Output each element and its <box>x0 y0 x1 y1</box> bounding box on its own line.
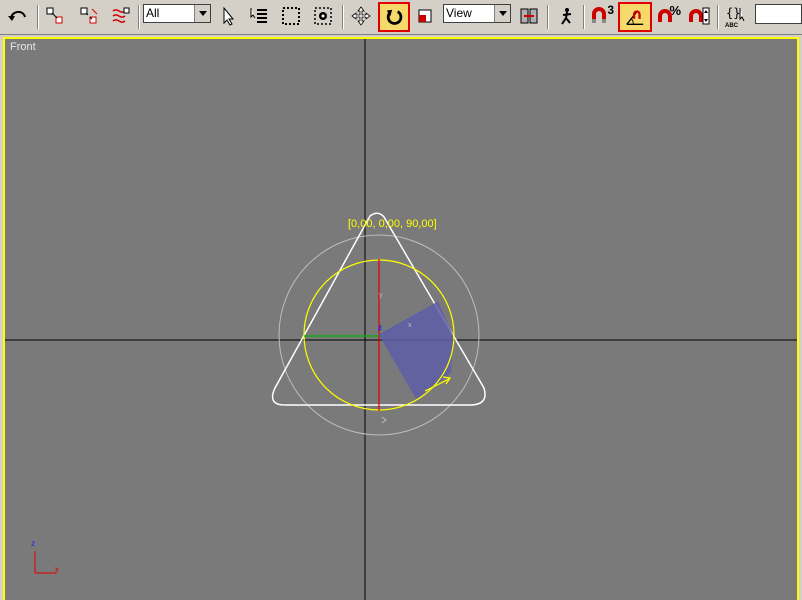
percent-symbol: % <box>669 3 681 18</box>
separator <box>583 5 585 29</box>
space-warp-icon <box>112 7 130 23</box>
rotate-icon <box>386 9 403 25</box>
abc-label: ABC <box>725 23 738 29</box>
angle-snap-icon <box>626 10 644 25</box>
reference-coordinate-system-value: View <box>446 6 472 20</box>
chevron-down-icon[interactable] <box>494 5 510 22</box>
named-selection-sets-input[interactable] <box>755 4 802 24</box>
selection-rectangle-icon <box>282 7 300 25</box>
separator <box>138 5 140 29</box>
gizmo-y-label: y <box>379 292 383 299</box>
gizmo-z-label: z <box>378 323 382 332</box>
window-crossing-icon <box>314 7 332 25</box>
manipulate-icon <box>561 8 572 25</box>
svg-text:{}: {} <box>726 6 740 20</box>
use-pivot-point-center-button[interactable] <box>516 3 542 29</box>
spinner-snap-button[interactable] <box>687 3 713 29</box>
select-and-move-button[interactable] <box>348 3 374 29</box>
gizmo-x-label: x <box>408 322 412 329</box>
select-and-manipulate-button[interactable] <box>553 3 579 29</box>
cursor-arrow-icon <box>223 6 235 26</box>
angle-snap-toggle-button[interactable] <box>618 2 652 32</box>
pivot-center-icon <box>520 8 538 24</box>
select-object-button[interactable] <box>215 3 241 29</box>
select-and-scale-button[interactable] <box>412 3 438 29</box>
unlink-icon <box>80 7 98 24</box>
window-crossing-toggle-button[interactable] <box>310 3 336 29</box>
spinner-snap-icon <box>689 7 710 25</box>
tripod-z-label: z <box>31 539 35 548</box>
edit-named-selection-sets-button[interactable]: {} ABC <box>723 3 749 29</box>
unlink-selection-button[interactable] <box>76 3 102 29</box>
chevron-down-icon[interactable] <box>194 5 210 22</box>
link-icon <box>46 7 63 24</box>
front-viewport[interactable]: Front y x z [0,00, 0,00, 90,00] z x <box>3 37 799 600</box>
reference-coordinate-system-dropdown[interactable]: View <box>443 4 511 23</box>
tripod-x-label: x <box>55 565 59 574</box>
undo-icon <box>8 11 26 21</box>
rotation-coordinate-readout: [0,00, 0,00, 90,00] <box>348 218 437 230</box>
select-and-link-button[interactable] <box>42 3 68 29</box>
select-and-rotate-button[interactable] <box>378 2 410 32</box>
viewport-canvas <box>5 39 797 600</box>
selection-filter-dropdown[interactable]: All <box>143 4 211 23</box>
select-by-name-icon <box>250 8 267 23</box>
rectangular-selection-region-button[interactable] <box>278 3 304 29</box>
move-icon <box>351 6 371 26</box>
snaps-toggle-button[interactable]: 3 <box>588 3 614 29</box>
rotation-angle-pie <box>379 302 453 399</box>
selection-filter-value: All <box>146 6 160 20</box>
main-toolbar: All View 3 % {} ABC <box>0 0 802 35</box>
select-by-name-button[interactable] <box>246 3 272 29</box>
trackball-tick <box>381 416 387 424</box>
separator <box>547 5 549 29</box>
percent-snap-button[interactable]: % <box>655 3 681 29</box>
snaps-dimension-label: 3 <box>607 3 614 17</box>
separator <box>342 5 344 29</box>
bind-to-space-warp-button[interactable] <box>108 3 134 29</box>
separator <box>37 5 39 29</box>
separator <box>717 5 719 29</box>
scale-icon <box>418 9 432 23</box>
undo-button[interactable] <box>5 3 31 29</box>
